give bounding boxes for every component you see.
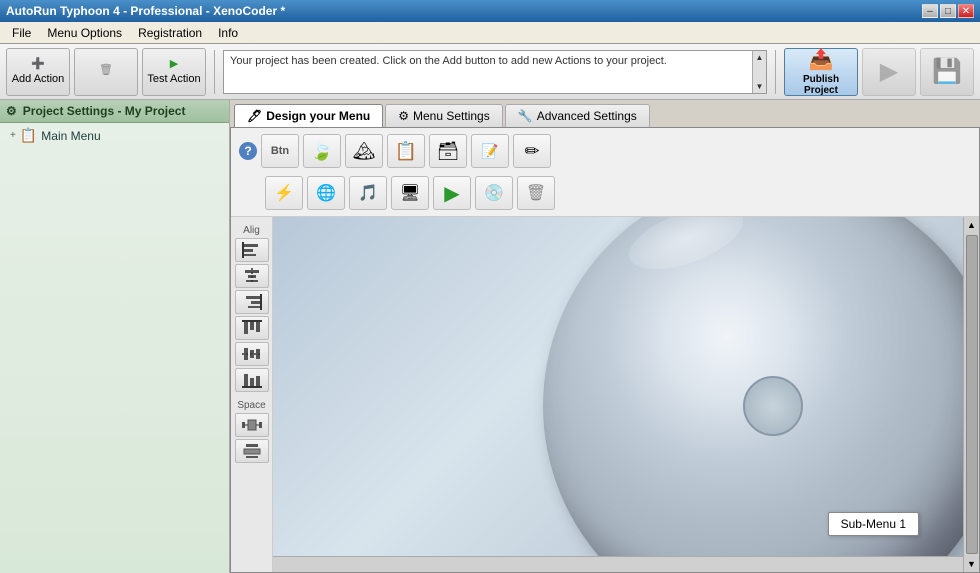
window-title: AutoRun Typhoon 4 - Professional - XenoC… bbox=[6, 4, 285, 18]
toolbar-separator-1 bbox=[214, 50, 215, 94]
align-bottom-button[interactable] bbox=[235, 368, 269, 392]
submenu-label: Sub-Menu 1 bbox=[841, 517, 906, 531]
right-panel: 🖊 Design your Menu ⚙ Menu Settings 🔧 Adv… bbox=[230, 100, 980, 573]
test-action-label: Test Action bbox=[147, 73, 200, 85]
btn-cd-icon[interactable]: 💿 bbox=[475, 176, 513, 210]
btn-flash-icon[interactable]: ⚡ bbox=[265, 176, 303, 210]
tab-content: ? Btn 🍃 🏔 📋 🗃 📝 ✏ ⚡ 🌐 🎵 🖥 ▶ 💿 🗑 bbox=[230, 127, 980, 573]
delete-action-button[interactable]: 🗑 bbox=[74, 48, 138, 96]
space-label: Space bbox=[237, 400, 265, 411]
btn-panel-icon[interactable]: 🗃 bbox=[429, 134, 467, 168]
canvas-area: Sub-Menu 1 ▲ ▼ bbox=[273, 217, 979, 572]
toolbar-separator-2 bbox=[775, 50, 776, 94]
publish-icon: 📤 bbox=[809, 47, 834, 72]
btn-delete-icon[interactable]: 🗑 bbox=[517, 176, 555, 210]
btn-list-icon[interactable]: 📋 bbox=[387, 134, 425, 168]
menu-bar: File Menu Options Registration Info bbox=[0, 22, 980, 44]
title-bar: AutoRun Typhoon 4 - Professional - XenoC… bbox=[0, 0, 980, 22]
add-action-label: Add Action bbox=[12, 73, 65, 85]
close-button[interactable]: ✕ bbox=[958, 4, 974, 18]
btn-edit-icon[interactable]: ✏ bbox=[513, 134, 551, 168]
scroll-v-up[interactable]: ▲ bbox=[967, 217, 976, 233]
tree-menu-label: Main Menu bbox=[41, 129, 100, 143]
scroll-v-thumb[interactable] bbox=[966, 235, 978, 554]
maximize-button[interactable]: □ bbox=[940, 4, 956, 18]
btn-play-icon[interactable]: ▶ bbox=[433, 176, 471, 210]
left-panel: ⚙ Project Settings - My Project + 📋 Main… bbox=[0, 100, 230, 573]
align-label: Alig bbox=[243, 225, 260, 236]
project-title: Project Settings - My Project bbox=[23, 104, 186, 118]
cd-disc bbox=[543, 217, 963, 556]
tab-design[interactable]: 🖊 Design your Menu bbox=[234, 104, 383, 127]
toolbar-message: Your project has been created. Click on … bbox=[230, 55, 667, 67]
btn-photo-icon[interactable]: 🏔 bbox=[345, 134, 383, 168]
save-button[interactable]: 💾 bbox=[920, 48, 974, 96]
test-action-button[interactable]: ▶ Test Action bbox=[142, 48, 206, 96]
main-area: ⚙ Project Settings - My Project + 📋 Main… bbox=[0, 100, 980, 573]
tab-menu-settings[interactable]: ⚙ Menu Settings bbox=[385, 104, 502, 127]
publish-label: Publish Project bbox=[785, 74, 857, 96]
tab-settings-icon: ⚙ bbox=[398, 109, 409, 123]
tree-item-main-menu[interactable]: + 📋 Main Menu bbox=[0, 123, 229, 148]
scroll-v-down[interactable]: ▼ bbox=[967, 556, 976, 572]
save-icon: 💾 bbox=[932, 57, 962, 86]
space-vertical-button[interactable] bbox=[235, 439, 269, 463]
tab-settings-label: Menu Settings bbox=[413, 109, 490, 123]
tab-design-icon: 🖊 bbox=[247, 109, 262, 123]
delete-action-icon: 🗑 bbox=[99, 64, 113, 76]
menu-file[interactable]: File bbox=[4, 24, 39, 42]
tab-design-label: Design your Menu bbox=[266, 109, 370, 123]
tree-expand-icon: + bbox=[10, 130, 16, 141]
tabs-bar: 🖊 Design your Menu ⚙ Menu Settings 🔧 Adv… bbox=[230, 100, 980, 127]
toolbar-message-area: Your project has been created. Click on … bbox=[223, 50, 767, 94]
test-icon: ▶ bbox=[170, 58, 178, 70]
tab-advanced[interactable]: 🔧 Advanced Settings bbox=[505, 104, 650, 127]
design-area: Alig bbox=[231, 217, 979, 572]
cd-shine bbox=[621, 217, 751, 282]
message-scrollbar: ▲ ▼ bbox=[752, 51, 766, 93]
align-left-button[interactable] bbox=[235, 238, 269, 262]
btn-music-icon[interactable]: 🎵 bbox=[349, 176, 387, 210]
canvas-scrollbar-v[interactable]: ▲ ▼ bbox=[963, 217, 979, 572]
project-icon: ⚙ bbox=[6, 104, 17, 118]
space-horizontal-button[interactable] bbox=[235, 413, 269, 437]
align-top-button[interactable] bbox=[235, 316, 269, 340]
align-center-h-button[interactable] bbox=[235, 264, 269, 288]
window-controls: – □ ✕ bbox=[922, 4, 974, 18]
tab-advanced-icon: 🔧 bbox=[518, 109, 533, 123]
design-icon-toolbar: ? Btn 🍃 🏔 📋 🗃 📝 ✏ ⚡ 🌐 🎵 🖥 ▶ 💿 🗑 bbox=[231, 128, 979, 217]
scroll-up-arrow[interactable]: ▲ bbox=[756, 53, 764, 62]
cd-hole bbox=[743, 376, 803, 436]
submenu-button[interactable]: Sub-Menu 1 bbox=[828, 512, 919, 536]
align-center-v-button[interactable] bbox=[235, 342, 269, 366]
scroll-down-arrow[interactable]: ▼ bbox=[756, 82, 764, 91]
toolbar: ➕ Add Action 🗑 ▶ Test Action Your projec… bbox=[0, 44, 980, 100]
add-action-button[interactable]: ➕ Add Action bbox=[6, 48, 70, 96]
cd-background bbox=[273, 217, 963, 556]
run-button[interactable]: ▶ bbox=[862, 48, 916, 96]
tab-advanced-label: Advanced Settings bbox=[537, 109, 637, 123]
menu-info[interactable]: Info bbox=[210, 24, 246, 42]
menu-options[interactable]: Menu Options bbox=[39, 24, 130, 42]
btn-screen-icon[interactable]: 🖥 bbox=[391, 176, 429, 210]
align-right-button[interactable] bbox=[235, 290, 269, 314]
run-icon: ▶ bbox=[880, 57, 898, 86]
align-sidebar: Alig bbox=[231, 217, 273, 572]
help-icon[interactable]: ? bbox=[239, 142, 257, 160]
minimize-button[interactable]: – bbox=[922, 4, 938, 18]
publish-button[interactable]: 📤 Publish Project bbox=[784, 48, 858, 96]
project-settings-header: ⚙ Project Settings - My Project bbox=[0, 100, 229, 123]
add-action-icon: ➕ bbox=[31, 58, 45, 70]
btn-scroll-icon[interactable]: 📝 bbox=[471, 134, 509, 168]
btn-leaf-icon[interactable]: 🍃 bbox=[303, 134, 341, 168]
btn-browser-icon[interactable]: 🌐 bbox=[307, 176, 345, 210]
btn-button-icon[interactable]: Btn bbox=[261, 134, 299, 168]
tree-menu-icon: 📋 bbox=[20, 127, 37, 144]
menu-registration[interactable]: Registration bbox=[130, 24, 210, 42]
canvas-scrollbar-h[interactable] bbox=[273, 556, 963, 572]
